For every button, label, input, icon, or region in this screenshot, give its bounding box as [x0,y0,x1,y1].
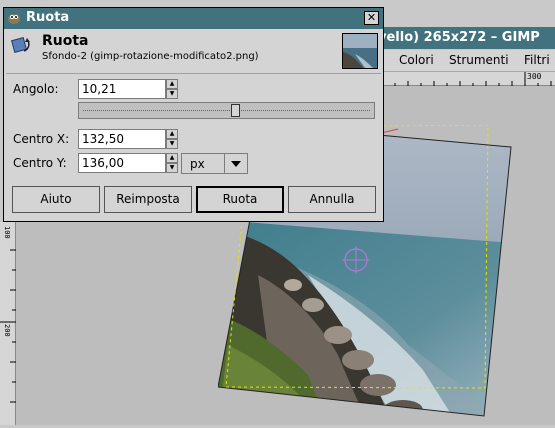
menu-strumenti[interactable]: Strumenti [449,53,509,67]
center-y-up-icon[interactable]: ▲ [166,153,178,163]
ruler-label-300: 300 [527,72,542,81]
image-thumbnail [342,33,378,69]
angle-up-icon[interactable]: ▲ [166,79,178,89]
close-icon: ✕ [366,11,377,24]
center-x-up-icon[interactable]: ▲ [166,129,178,139]
close-button[interactable]: ✕ [364,11,379,25]
center-y-input[interactable]: 136,00 [78,153,166,173]
header-subtitle: Sfondo-2 (gimp-rotazione-modificato2.png… [42,51,259,62]
angle-spinner[interactable]: ▲ ▼ [166,79,178,99]
center-y-spinner[interactable]: ▲ ▼ [166,153,178,173]
menu-colori[interactable]: Colori [399,53,434,67]
angle-slider-handle[interactable] [231,104,240,117]
image-menubar: Colori Strumenti Filtri [370,50,555,72]
angle-down-icon[interactable]: ▼ [166,89,178,99]
image-window-title: vello) 265x272 – GIMP [370,27,555,49]
rotate-dialog: Ruota ✕ Ruota Sfondo-2 (gimp-rotazione-m… [3,7,384,222]
help-button[interactable]: Aiuto [12,186,100,213]
chevron-down-icon[interactable] [224,154,247,173]
dialog-header: Ruota Sfondo-2 (gimp-rotazione-modificat… [6,30,381,74]
center-x-input[interactable]: 132,50 [78,129,166,149]
gimp-icon [8,14,20,24]
vruler-ticks [0,249,16,403]
rotate-button[interactable]: Ruota [196,186,284,213]
unit-select[interactable]: px [181,153,248,174]
reset-button[interactable]: Reimposta [104,186,192,213]
menu-filtri[interactable]: Filtri [524,53,550,67]
center-x-label: Centro X: [13,132,70,146]
slider-track [83,110,370,112]
angle-slider[interactable] [78,102,375,119]
vertical-ruler: 100 200 [0,222,16,425]
angle-input[interactable]: 10,21 [78,79,166,99]
rotate-tool-icon [11,37,30,53]
dialog-titlebar[interactable]: Ruota ✕ [4,8,383,29]
angle-label: Angolo: [13,82,59,96]
center-x-down-icon[interactable]: ▼ [166,139,178,149]
center-y-down-icon[interactable]: ▼ [166,163,178,173]
center-x-spinner[interactable]: ▲ ▼ [166,129,178,149]
unit-value: px [190,157,205,171]
header-title: Ruota [42,33,89,49]
cancel-button[interactable]: Annulla [288,186,376,213]
center-y-label: Centro Y: [13,156,67,170]
dialog-title: Ruota [26,10,70,25]
